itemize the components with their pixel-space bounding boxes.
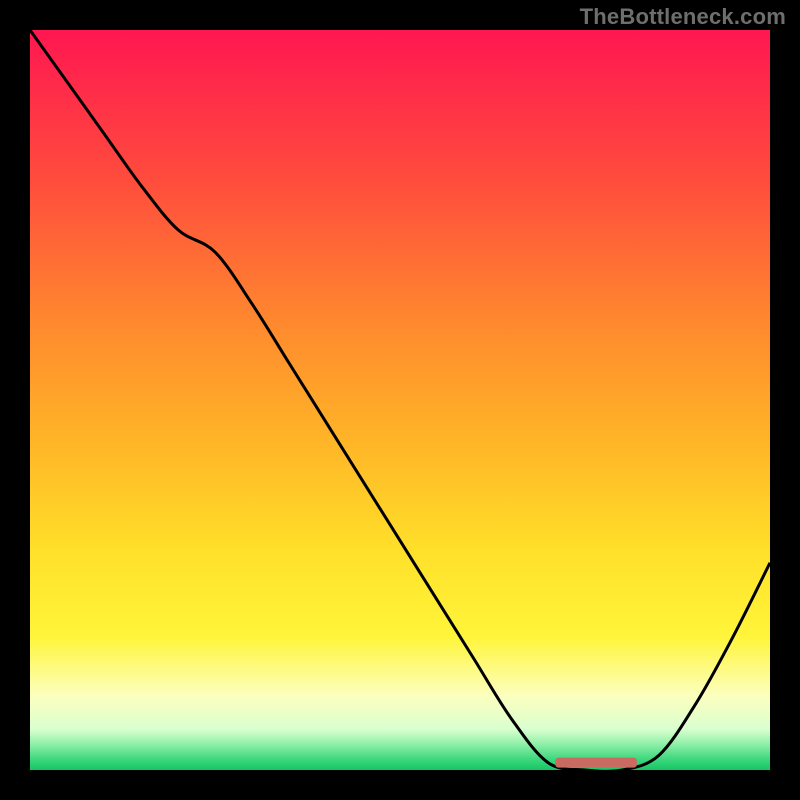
plot-area — [30, 30, 770, 770]
chart-stage: TheBottleneck.com — [0, 0, 800, 800]
bottleneck-chart — [0, 0, 800, 800]
optimal-marker — [555, 758, 636, 768]
watermark-text: TheBottleneck.com — [580, 4, 786, 30]
